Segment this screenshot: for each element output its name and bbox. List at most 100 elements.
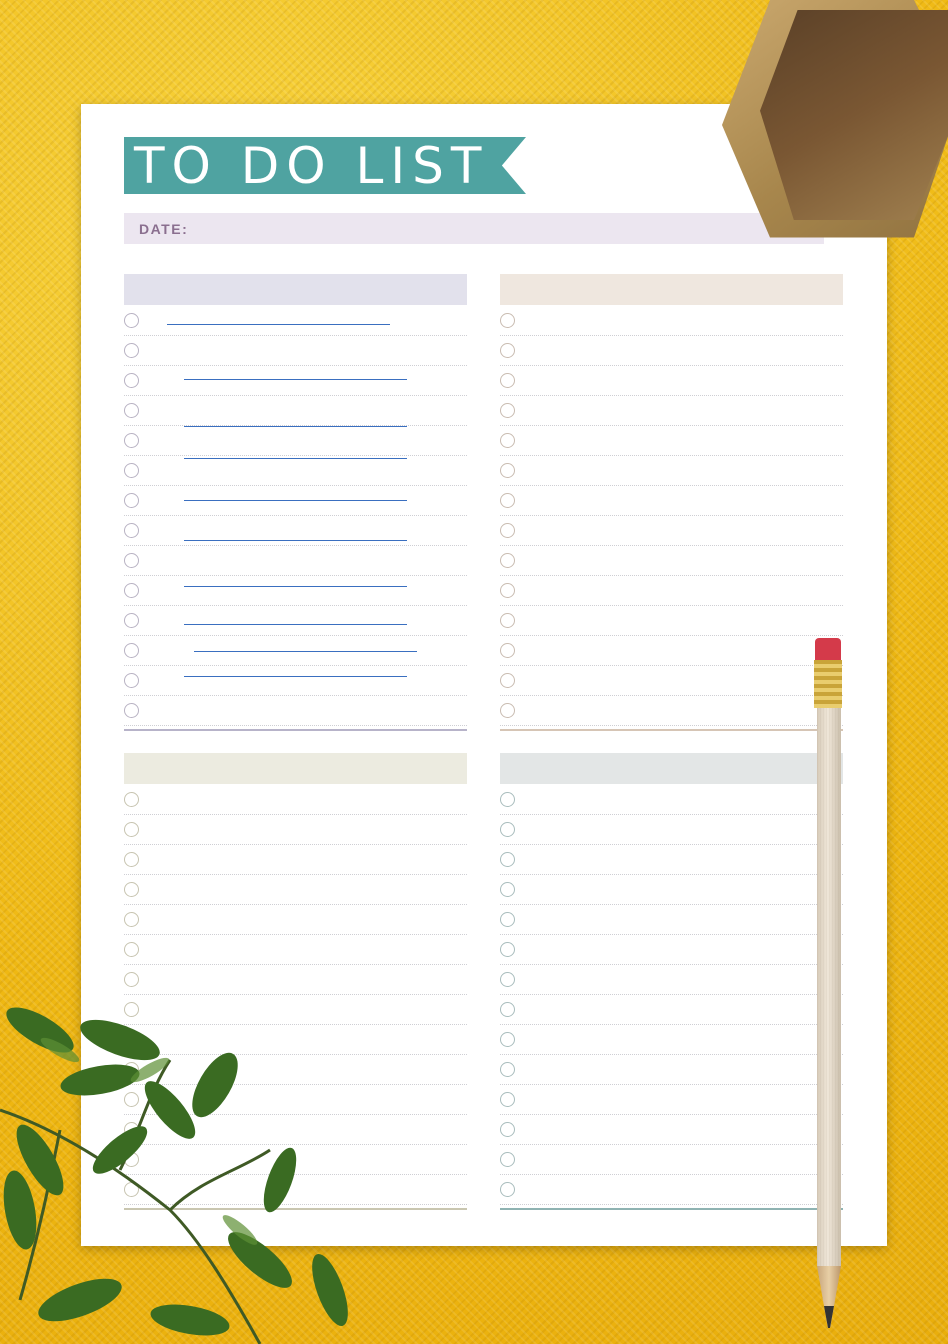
circle-checkbox-icon[interactable] <box>500 343 515 358</box>
task-row[interactable] <box>500 966 843 996</box>
task-row[interactable] <box>500 1056 843 1086</box>
task-row[interactable] <box>124 367 467 397</box>
circle-checkbox-icon[interactable] <box>500 912 515 927</box>
task-row[interactable] <box>124 427 467 457</box>
dotted-rule <box>500 545 843 546</box>
task-row[interactable] <box>500 786 843 816</box>
task-row[interactable] <box>124 577 467 607</box>
task-row[interactable] <box>500 487 843 517</box>
circle-checkbox-icon[interactable] <box>500 703 515 718</box>
circle-checkbox-icon[interactable] <box>500 313 515 328</box>
task-row[interactable] <box>124 846 467 876</box>
task-row[interactable] <box>124 487 467 517</box>
task-row[interactable] <box>500 337 843 367</box>
task-row[interactable] <box>500 517 843 547</box>
circle-checkbox-icon[interactable] <box>500 1152 515 1167</box>
circle-checkbox-icon[interactable] <box>500 403 515 418</box>
circle-checkbox-icon[interactable] <box>500 523 515 538</box>
task-row[interactable] <box>500 577 843 607</box>
task-row[interactable] <box>500 427 843 457</box>
section-header[interactable] <box>124 753 467 784</box>
pen-stroke <box>184 540 407 541</box>
circle-checkbox-icon[interactable] <box>500 1182 515 1197</box>
circle-checkbox-icon[interactable] <box>124 613 139 628</box>
task-row[interactable] <box>500 637 843 667</box>
task-row[interactable] <box>500 607 843 637</box>
circle-checkbox-icon[interactable] <box>124 553 139 568</box>
task-row[interactable] <box>124 697 467 727</box>
circle-checkbox-icon[interactable] <box>124 343 139 358</box>
task-row[interactable] <box>124 816 467 846</box>
circle-checkbox-icon[interactable] <box>500 942 515 957</box>
circle-checkbox-icon[interactable] <box>124 583 139 598</box>
circle-checkbox-icon[interactable] <box>500 1092 515 1107</box>
circle-checkbox-icon[interactable] <box>500 673 515 688</box>
task-row[interactable] <box>500 367 843 397</box>
circle-checkbox-icon[interactable] <box>500 493 515 508</box>
circle-checkbox-icon[interactable] <box>500 373 515 388</box>
task-row[interactable] <box>124 786 467 816</box>
section-header[interactable] <box>500 274 843 305</box>
task-row[interactable] <box>500 667 843 697</box>
circle-checkbox-icon[interactable] <box>124 373 139 388</box>
task-row[interactable] <box>124 457 467 487</box>
task-row[interactable] <box>500 397 843 427</box>
circle-checkbox-icon[interactable] <box>124 792 139 807</box>
circle-checkbox-icon[interactable] <box>500 792 515 807</box>
circle-checkbox-icon[interactable] <box>124 643 139 658</box>
task-row[interactable] <box>500 876 843 906</box>
task-row[interactable] <box>124 547 467 577</box>
task-row[interactable] <box>500 547 843 577</box>
task-row[interactable] <box>500 1116 843 1146</box>
section-header[interactable] <box>124 274 467 305</box>
circle-checkbox-icon[interactable] <box>500 1032 515 1047</box>
task-row[interactable] <box>124 397 467 427</box>
task-row[interactable] <box>500 1146 843 1176</box>
task-row[interactable] <box>500 996 843 1026</box>
circle-checkbox-icon[interactable] <box>500 1122 515 1137</box>
task-row[interactable] <box>500 697 843 727</box>
circle-checkbox-icon[interactable] <box>124 313 139 328</box>
circle-checkbox-icon[interactable] <box>500 583 515 598</box>
task-row[interactable] <box>124 307 467 337</box>
task-row[interactable] <box>500 1176 843 1206</box>
task-row[interactable] <box>500 1026 843 1056</box>
pen-stroke <box>184 676 407 677</box>
date-field[interactable] <box>124 213 824 244</box>
section-header[interactable] <box>500 753 843 784</box>
task-row[interactable] <box>500 816 843 846</box>
circle-checkbox-icon[interactable] <box>500 972 515 987</box>
circle-checkbox-icon[interactable] <box>124 703 139 718</box>
circle-checkbox-icon[interactable] <box>124 852 139 867</box>
circle-checkbox-icon[interactable] <box>124 493 139 508</box>
circle-checkbox-icon[interactable] <box>124 433 139 448</box>
circle-checkbox-icon[interactable] <box>124 463 139 478</box>
circle-checkbox-icon[interactable] <box>500 1062 515 1077</box>
page-title: TO DO LIST <box>134 137 489 195</box>
task-row[interactable] <box>124 607 467 637</box>
circle-checkbox-icon[interactable] <box>500 852 515 867</box>
circle-checkbox-icon[interactable] <box>500 553 515 568</box>
task-row[interactable] <box>500 906 843 936</box>
task-row[interactable] <box>124 337 467 367</box>
circle-checkbox-icon[interactable] <box>500 882 515 897</box>
task-row[interactable] <box>500 1086 843 1116</box>
task-row[interactable] <box>500 846 843 876</box>
pen-stroke <box>184 379 407 380</box>
task-row[interactable] <box>124 637 467 667</box>
circle-checkbox-icon[interactable] <box>500 613 515 628</box>
circle-checkbox-icon[interactable] <box>124 822 139 837</box>
circle-checkbox-icon[interactable] <box>124 403 139 418</box>
task-row[interactable] <box>124 667 467 697</box>
circle-checkbox-icon[interactable] <box>500 1002 515 1017</box>
task-row[interactable] <box>500 307 843 337</box>
circle-checkbox-icon[interactable] <box>124 673 139 688</box>
circle-checkbox-icon[interactable] <box>500 463 515 478</box>
task-row[interactable] <box>500 457 843 487</box>
circle-checkbox-icon[interactable] <box>500 822 515 837</box>
task-row[interactable] <box>124 517 467 547</box>
task-row[interactable] <box>500 936 843 966</box>
circle-checkbox-icon[interactable] <box>500 643 515 658</box>
circle-checkbox-icon[interactable] <box>124 523 139 538</box>
circle-checkbox-icon[interactable] <box>500 433 515 448</box>
